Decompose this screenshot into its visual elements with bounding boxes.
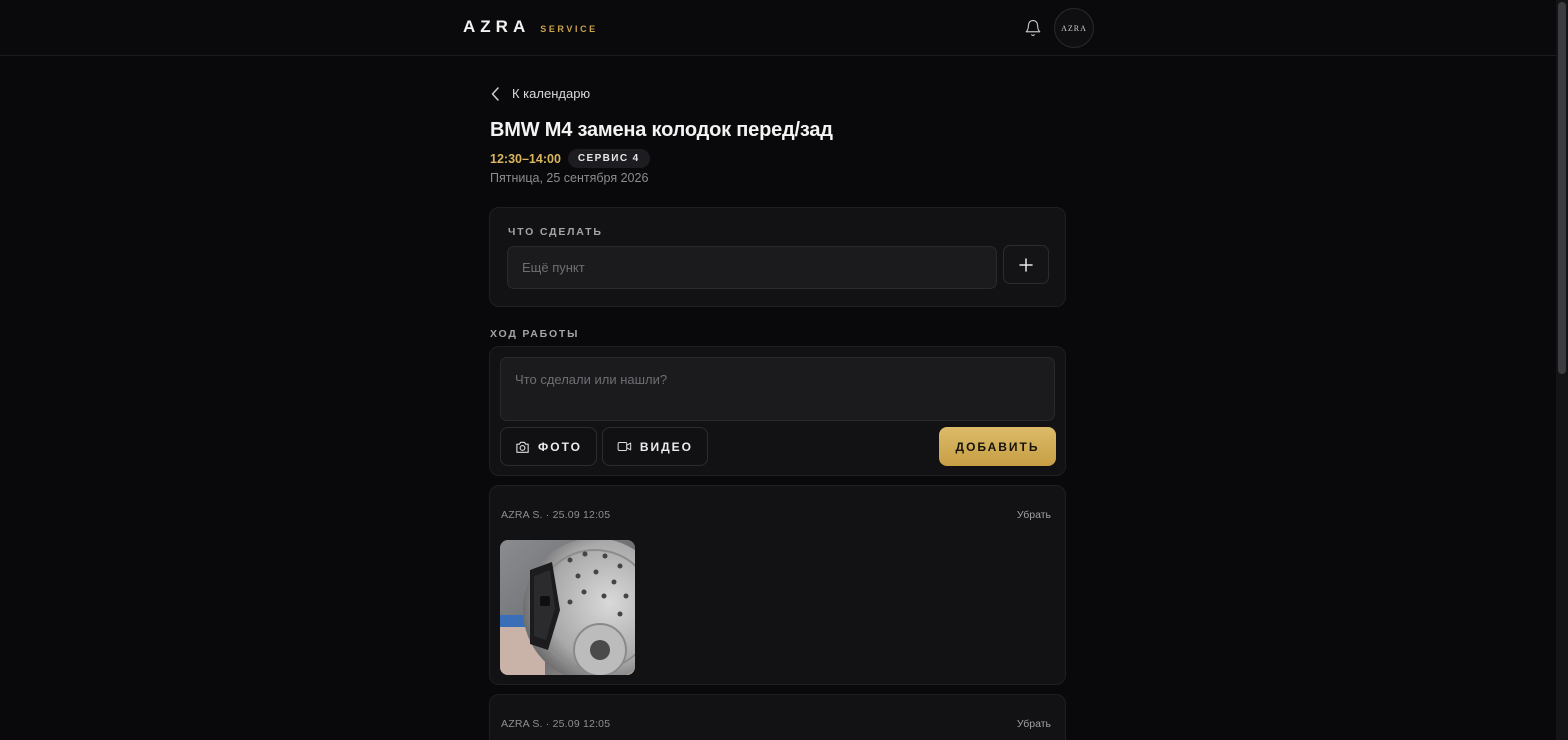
todo-input-placeholder: Ещё пункт	[522, 260, 585, 275]
back-link-label: К календарю	[512, 86, 591, 101]
entry-meta: AZRA S. · 25.09 12:05	[501, 718, 611, 730]
notifications-button[interactable]	[1021, 16, 1045, 40]
back-to-calendar-link[interactable]: К календарю	[490, 86, 590, 101]
progress-entry: AZRA S. · 25.09 12:05 Убрать	[489, 485, 1066, 685]
progress-composer: Что сделали или нашли? ФОТО ВИДЕО ДОБАВИ…	[489, 346, 1066, 476]
brand-subtitle: SERVICE	[540, 24, 598, 34]
page: AZRA SERVICE AZRA К календарю BMW M4 зам…	[0, 0, 1568, 740]
todo-input[interactable]: Ещё пункт	[507, 246, 997, 289]
remove-entry-button[interactable]: Убрать	[1017, 509, 1051, 521]
add-progress-button[interactable]: ДОБАВИТЬ	[939, 427, 1056, 466]
brake-disc-photo	[500, 540, 635, 675]
entry-photo-thumbnail[interactable]	[500, 540, 635, 675]
bay-badge: СЕРВИС 4	[567, 149, 650, 168]
video-button-label: ВИДЕО	[639, 439, 693, 454]
todo-label: ЧТО СДЕЛАТЬ	[508, 226, 603, 238]
job-time: 12:30–14:00	[490, 151, 561, 166]
video-button[interactable]: ВИДЕО	[602, 427, 708, 466]
brand-logo[interactable]: AZRA SERVICE	[463, 17, 598, 37]
progress-placeholder: Что сделали или нашли?	[515, 372, 668, 387]
entry-meta: AZRA S. · 25.09 12:05	[501, 509, 611, 521]
avatar[interactable]: AZRA	[1054, 8, 1094, 48]
video-camera-icon	[617, 441, 632, 452]
chevron-left-icon	[491, 86, 499, 101]
job-date: Пятница, 25 сентября 2026	[490, 171, 649, 185]
top-bar: AZRA SERVICE AZRA	[0, 0, 1556, 56]
page-title: BMW M4 замена колодок перед/зад	[490, 119, 833, 141]
camera-icon	[516, 441, 529, 453]
photo-button[interactable]: ФОТО	[500, 427, 597, 466]
brand-name: AZRA	[463, 17, 531, 36]
progress-entry: AZRA S. · 25.09 12:05 Убрать	[489, 694, 1066, 740]
bell-icon	[1025, 19, 1041, 37]
job-meta: 12:30–14:00 СЕРВИС 4	[490, 149, 650, 168]
page-scrollbar[interactable]	[1556, 0, 1568, 740]
photo-button-label: ФОТО	[538, 439, 582, 454]
todo-card: ЧТО СДЕЛАТЬ Ещё пункт	[489, 207, 1066, 307]
plus-icon	[1019, 257, 1033, 272]
remove-entry-button[interactable]: Убрать	[1017, 718, 1051, 730]
progress-label: ХОД РАБОТЫ	[490, 328, 580, 340]
add-todo-button[interactable]	[1003, 245, 1049, 284]
scrollbar-thumb[interactable]	[1558, 2, 1566, 374]
progress-textarea[interactable]: Что сделали или нашли?	[500, 357, 1055, 421]
